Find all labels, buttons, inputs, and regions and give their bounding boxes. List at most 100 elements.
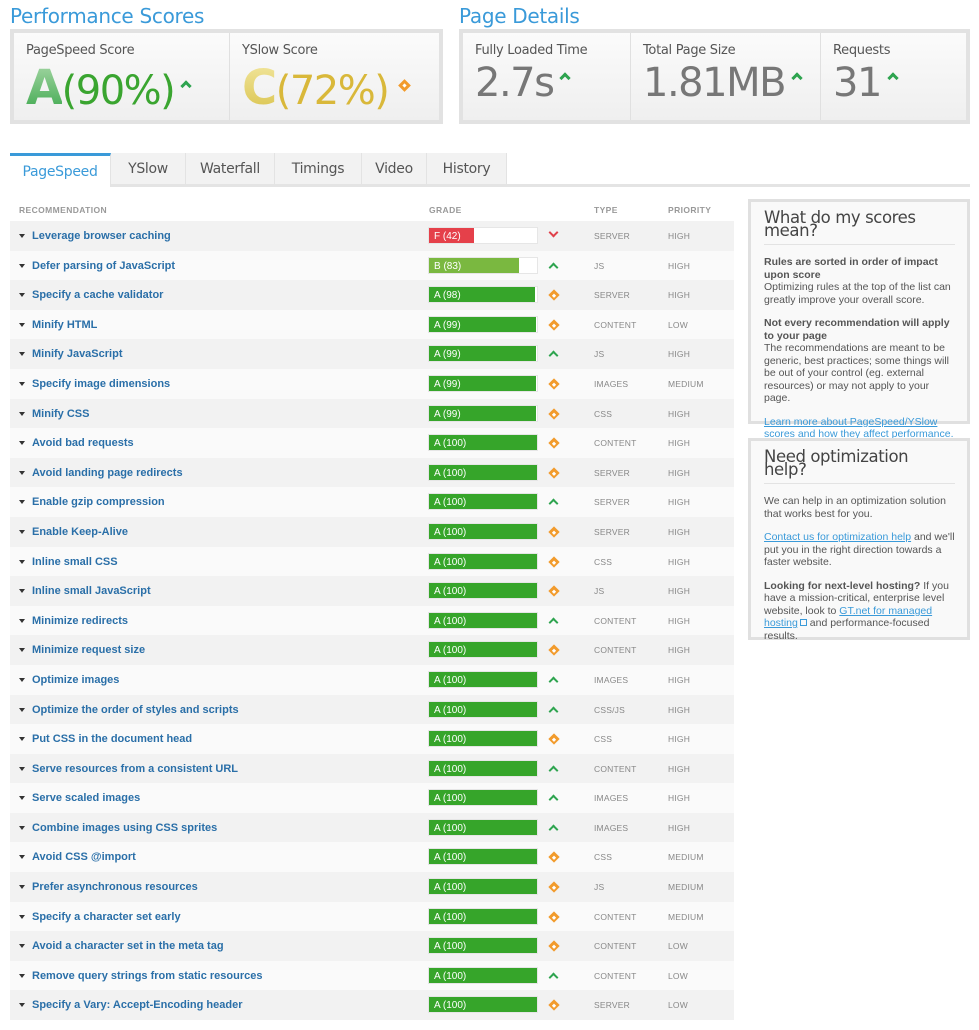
table-row[interactable]: Specify a cache validator A (98) SERVER HIG… xyxy=(10,280,734,310)
tab-waterfall[interactable]: Waterfall xyxy=(186,153,275,184)
table-row[interactable]: Inline small CSS A (100) CSS HIGH xyxy=(10,546,734,577)
recommendation-name[interactable]: Specify image dimensions xyxy=(32,378,170,390)
recommendation-name[interactable]: Combine images using CSS sprites xyxy=(32,822,217,834)
recommendation-name[interactable]: Minimize request size xyxy=(32,644,145,656)
expand-caret-icon[interactable] xyxy=(19,677,25,682)
tab-video[interactable]: Video xyxy=(362,153,427,184)
table-row[interactable]: Serve scaled images A (100) IMAGES HIGH xyxy=(10,783,734,813)
table-row[interactable]: Enable gzip compression A (100) SERVER HIGH xyxy=(10,487,734,517)
expand-caret-icon[interactable] xyxy=(19,234,25,238)
expand-caret-icon[interactable] xyxy=(19,825,25,830)
recommendation-name[interactable]: Avoid a character set in the meta tag xyxy=(32,940,224,952)
table-row[interactable]: Minify HTML A (99) CONTENT LOW xyxy=(10,309,734,340)
table-row[interactable]: Enable Keep-Alive A (100) SERVER HIGH xyxy=(10,516,734,547)
table-row[interactable]: Avoid landing page redirects A (100) SERVE… xyxy=(10,457,734,488)
expand-caret-icon[interactable] xyxy=(19,322,25,327)
expand-caret-icon[interactable] xyxy=(19,796,25,801)
requests-label: Requests xyxy=(833,43,891,58)
expand-caret-icon[interactable] xyxy=(19,293,25,298)
expand-caret-icon[interactable] xyxy=(19,263,25,268)
expand-caret-icon[interactable] xyxy=(19,500,25,505)
recommendation-name[interactable]: Minify CSS xyxy=(32,408,89,420)
expand-caret-icon[interactable] xyxy=(19,737,25,742)
recommendation-name[interactable]: Minify HTML xyxy=(32,319,97,331)
recommendation-name[interactable]: Serve scaled images xyxy=(32,792,140,804)
expand-caret-icon[interactable] xyxy=(19,589,25,594)
trend-neutral-icon xyxy=(548,378,560,390)
expand-caret-icon[interactable] xyxy=(19,352,25,357)
table-row[interactable]: Put CSS in the document head A (100) CSS HI… xyxy=(10,724,734,754)
grade-bar: A (100) xyxy=(428,818,538,836)
recommendation-name[interactable]: Optimize the order of styles and scripts xyxy=(32,704,239,716)
expand-caret-icon[interactable] xyxy=(19,914,25,919)
recommendation-name[interactable]: Inline small CSS xyxy=(32,556,118,568)
expand-caret-icon[interactable] xyxy=(19,707,25,712)
grade-bar-fill: A (100) xyxy=(429,760,537,776)
table-row[interactable]: Inline small JavaScript A (100) JS HIGH xyxy=(10,576,734,606)
tab-history[interactable]: History xyxy=(427,153,507,184)
grade-bar-fill: A (100) xyxy=(429,790,537,806)
recommendation-type: CSS xyxy=(594,408,613,419)
expand-caret-icon[interactable] xyxy=(19,766,25,771)
recommendation-name[interactable]: Avoid bad requests xyxy=(32,437,134,449)
table-row[interactable]: Combine images using CSS sprites A (100) I… xyxy=(10,812,734,843)
recommendation-name[interactable]: Specify a Vary: Accept-Encoding header xyxy=(32,999,243,1011)
contact-us-link[interactable]: Contact us for optimization help xyxy=(764,531,911,543)
recommendation-name[interactable]: Defer parsing of JavaScript xyxy=(32,260,175,272)
table-row[interactable]: Minimize request size A (100) CONTENT HIGH xyxy=(10,635,734,665)
recommendation-name[interactable]: Prefer asynchronous resources xyxy=(32,881,198,893)
table-row[interactable]: Defer parsing of JavaScript B (83) JS HIGH xyxy=(10,250,734,281)
table-row[interactable]: Optimize images A (100) IMAGES HIGH xyxy=(10,664,734,695)
recommendation-name[interactable]: Specify a cache validator xyxy=(32,289,163,301)
recommendation-name[interactable]: Leverage browser caching xyxy=(32,230,171,242)
table-row[interactable]: Specify a Vary: Accept-Encoding header A … xyxy=(10,990,734,1021)
expand-caret-icon[interactable] xyxy=(19,470,25,475)
table-row[interactable]: Minify JavaScript A (99) JS HIGH xyxy=(10,339,734,369)
recommendation-name[interactable]: Enable gzip compression xyxy=(32,496,165,508)
trend-neutral-icon xyxy=(548,467,560,479)
recommendation-name[interactable]: Enable Keep-Alive xyxy=(32,526,128,538)
expand-caret-icon[interactable] xyxy=(19,441,25,446)
expand-caret-icon[interactable] xyxy=(19,1003,25,1008)
recommendation-name[interactable]: Optimize images xyxy=(32,674,119,686)
table-row[interactable]: Leverage browser caching F (42) SERVER HIGH xyxy=(10,221,734,251)
table-row[interactable]: Serve resources from a consistent URL A (… xyxy=(10,753,734,784)
grade-bar-fill: A (100) xyxy=(429,671,537,687)
recommendation-type: CSS xyxy=(594,556,613,567)
recommendation-name[interactable]: Specify a character set early xyxy=(32,911,181,923)
recommendation-name[interactable]: Avoid landing page redirects xyxy=(32,467,183,479)
scores-info-panel: What do my scores mean? Rules are sorted… xyxy=(748,199,970,440)
table-row[interactable]: Specify a character set early A (100) CONT… xyxy=(10,901,734,932)
expand-caret-icon[interactable] xyxy=(19,973,25,978)
expand-caret-icon[interactable] xyxy=(19,381,25,386)
expand-caret-icon[interactable] xyxy=(19,855,25,860)
tab-pagespeed[interactable]: PageSpeed xyxy=(10,153,111,187)
table-row[interactable]: Avoid bad requests A (100) CONTENT HIGH xyxy=(10,428,734,458)
table-row[interactable]: Specify image dimensions A (99) IMAGES MEDI… xyxy=(10,368,734,399)
tab-yslow[interactable]: YSlow xyxy=(111,153,186,184)
grade-bar: A (100) xyxy=(428,463,538,481)
table-row[interactable]: Minify CSS A (99) CSS HIGH xyxy=(10,398,734,429)
recommendation-name[interactable]: Avoid CSS @import xyxy=(32,851,136,863)
tab-timings[interactable]: Timings xyxy=(275,153,362,184)
expand-caret-icon[interactable] xyxy=(19,559,25,564)
table-row[interactable]: Prefer asynchronous resources A (100) JS ME… xyxy=(10,872,734,902)
expand-caret-icon[interactable] xyxy=(19,944,25,949)
table-row[interactable]: Remove query strings from static resourc… xyxy=(10,960,734,991)
table-row[interactable]: Avoid a character set in the meta tag A (… xyxy=(10,931,734,961)
learn-more-link[interactable]: Learn more about PageSpeed/YSlow scores … xyxy=(764,416,954,441)
recommendation-name[interactable]: Remove query strings from static resourc… xyxy=(32,970,262,982)
recommendation-name[interactable]: Put CSS in the document head xyxy=(32,733,192,745)
recommendation-name[interactable]: Inline small JavaScript xyxy=(32,585,151,597)
expand-caret-icon[interactable] xyxy=(19,529,25,534)
table-row[interactable]: Avoid CSS @import A (100) CSS MEDIUM xyxy=(10,842,734,873)
recommendation-name[interactable]: Minimize redirects xyxy=(32,615,128,627)
expand-caret-icon[interactable] xyxy=(19,411,25,416)
table-row[interactable]: Minimize redirects A (100) CONTENT HIGH xyxy=(10,605,734,636)
expand-caret-icon[interactable] xyxy=(19,885,25,890)
table-row[interactable]: Optimize the order of styles and scripts… xyxy=(10,694,734,725)
recommendation-name[interactable]: Minify JavaScript xyxy=(32,348,122,360)
expand-caret-icon[interactable] xyxy=(19,618,25,623)
expand-caret-icon[interactable] xyxy=(19,648,25,653)
recommendation-name[interactable]: Serve resources from a consistent URL xyxy=(32,763,238,775)
